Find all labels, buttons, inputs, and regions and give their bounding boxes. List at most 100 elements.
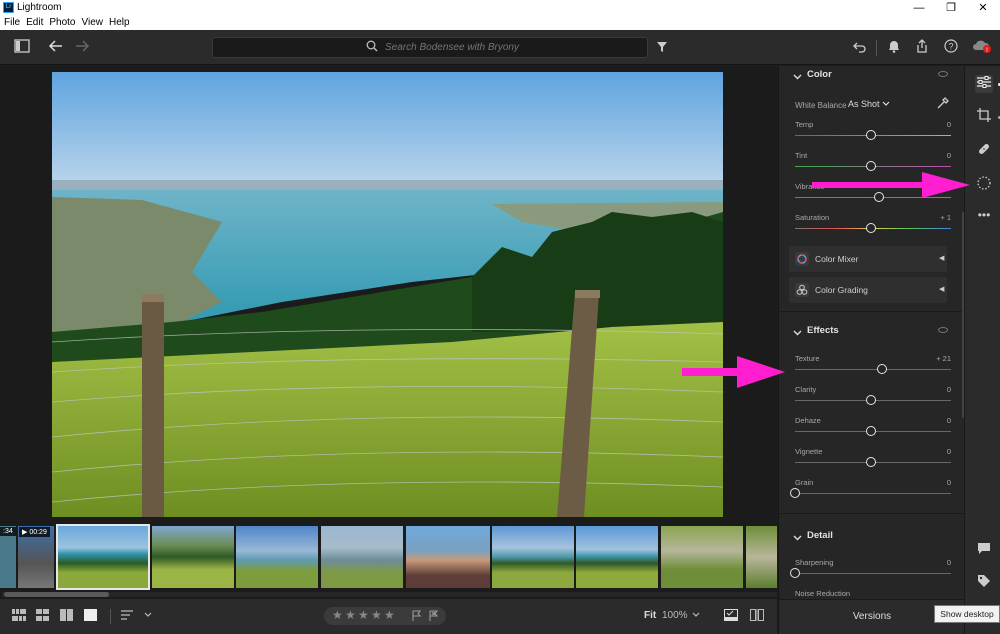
edit-sliders-icon[interactable] (975, 75, 993, 93)
slider-track[interactable] (795, 493, 951, 494)
more-options-icon[interactable]: ••• (975, 206, 993, 224)
menu-file[interactable]: File (0, 16, 22, 29)
help-icon[interactable]: ? (941, 38, 961, 58)
search-box[interactable] (212, 37, 648, 58)
filmstrip-thumbnail[interactable]: :34 (0, 526, 16, 588)
minimize-button[interactable]: — (904, 0, 934, 16)
detail-section-header[interactable]: Detail (779, 527, 951, 555)
window-title: Lightroom (17, 2, 62, 13)
menu-help[interactable]: Help (105, 16, 132, 29)
slider-handle[interactable] (790, 568, 800, 578)
expand-triangle-icon: ◀ (939, 286, 945, 293)
keyword-tag-icon[interactable] (975, 574, 993, 592)
masking-dotted-circle-icon[interactable] (975, 175, 993, 193)
filmstrip-thumbnail-selected[interactable] (56, 524, 150, 590)
menu-view[interactable]: View (78, 16, 106, 29)
section-divider (779, 311, 964, 312)
search-icon (366, 40, 378, 55)
slider-track[interactable] (795, 573, 951, 574)
color-section-header[interactable]: Color (779, 66, 951, 94)
undo-icon[interactable] (850, 38, 870, 58)
effects-section-header[interactable]: Effects (779, 322, 951, 350)
back-arrow-icon[interactable] (46, 38, 66, 58)
filmstrip: :34 ▶ 00:29 (0, 522, 777, 599)
notifications-bell-icon[interactable] (884, 38, 904, 58)
healing-bandage-icon[interactable] (975, 142, 993, 160)
star-rating-group[interactable]: ★ ★ ★ ★ ★ (324, 607, 446, 625)
forward-arrow-icon[interactable] (72, 38, 92, 58)
filmstrip-thumbnail[interactable]: ▶ 00:29 (18, 526, 54, 588)
detail-view-icon[interactable] (84, 609, 97, 624)
zoom-chevron-down-icon[interactable] (692, 609, 700, 624)
color-mixer-panel[interactable]: Color Mixer ◀ (789, 246, 947, 272)
color-mixer-label: Color Mixer (815, 254, 859, 264)
slider-label: Vignette (795, 447, 823, 456)
photo-grid-view-icon[interactable] (36, 609, 49, 624)
sidebar-toggle-icon[interactable] (12, 38, 32, 58)
eye-visibility-icon[interactable] (938, 327, 948, 333)
main-photo[interactable] (52, 72, 723, 517)
zoom-percent-label[interactable]: 100% (662, 610, 688, 621)
menu-edit[interactable]: Edit (22, 16, 45, 29)
search-input[interactable] (385, 40, 635, 55)
square-grid-view-icon[interactable] (12, 609, 26, 624)
slider-handle[interactable] (866, 457, 876, 467)
slider-value[interactable]: 0 (921, 120, 951, 129)
sort-lines-icon[interactable] (121, 609, 133, 624)
slider-handle[interactable] (876, 364, 887, 374)
slider-handle[interactable] (866, 426, 876, 436)
filmstrip-thumbnail[interactable] (152, 526, 234, 588)
filmstrip-thumbnail[interactable] (576, 526, 658, 588)
zoom-fit-label[interactable]: Fit (644, 610, 656, 621)
rating-star[interactable]: ★ (371, 608, 382, 622)
share-icon[interactable] (912, 38, 932, 58)
lightroom-logo-icon: Lr (3, 2, 14, 13)
sort-chevron-down-icon[interactable] (144, 609, 152, 624)
white-balance-dropdown[interactable]: As Shot (848, 99, 890, 109)
menu-photo[interactable]: Photo (45, 16, 77, 29)
crop-rotate-icon[interactable] (975, 108, 993, 126)
rating-star[interactable]: ★ (332, 608, 343, 622)
filmstrip-thumbnail[interactable] (492, 526, 574, 588)
filmstrip-thumbnail[interactable] (746, 526, 777, 588)
comments-icon[interactable] (975, 542, 993, 560)
eye-visibility-icon[interactable] (938, 71, 948, 77)
slider-label: Tint (795, 151, 808, 160)
cloud-sync-status-icon[interactable]: ! (972, 38, 992, 58)
eyedropper-icon[interactable] (936, 96, 950, 113)
slider-handle[interactable] (866, 395, 876, 405)
menu-bar: File Edit Photo View Help (0, 16, 1000, 30)
slider-handle[interactable] (866, 223, 876, 233)
filmstrip-scroll-thumb[interactable] (4, 592, 109, 597)
maximize-button[interactable]: ❐ (936, 0, 966, 16)
filmstrip-thumbnail[interactable] (321, 526, 403, 588)
slider-value[interactable]: 0 (921, 558, 951, 567)
color-grading-panel[interactable]: Color Grading ◀ (789, 277, 947, 303)
filmstrip-scrollbar[interactable] (2, 592, 777, 597)
filmstrip-thumbnail[interactable] (236, 526, 318, 588)
close-button[interactable]: ✕ (968, 0, 998, 16)
rating-star[interactable]: ★ (358, 608, 369, 622)
slider-handle[interactable] (866, 130, 876, 140)
filter-icon[interactable] (652, 38, 672, 58)
filmstrip-thumbnail[interactable] (661, 526, 743, 588)
slider-value[interactable]: 0 (921, 478, 951, 487)
flag-pick-icon[interactable] (411, 610, 422, 624)
slider-value[interactable]: + 1 (921, 213, 951, 222)
before-after-icon[interactable] (750, 609, 764, 624)
slider-value[interactable]: 0 (921, 385, 951, 394)
flag-reject-icon[interactable] (428, 610, 439, 624)
filmstrip-thumbnail-selfie[interactable] (406, 526, 490, 588)
slider-value[interactable]: 0 (921, 447, 951, 456)
slider-handle[interactable] (790, 488, 800, 498)
slider-value[interactable]: 0 (921, 151, 951, 160)
compare-view-icon[interactable] (60, 609, 73, 624)
chevron-down-icon (793, 534, 802, 544)
slider-label: Grain (795, 478, 814, 487)
slider-value[interactable]: 0 (921, 416, 951, 425)
rating-star[interactable]: ★ (345, 608, 356, 622)
slider-value[interactable]: + 21 (921, 354, 951, 363)
slider-track[interactable] (795, 369, 951, 370)
filmstrip-toggle-icon[interactable] (724, 609, 738, 624)
rating-star[interactable]: ★ (384, 608, 395, 622)
